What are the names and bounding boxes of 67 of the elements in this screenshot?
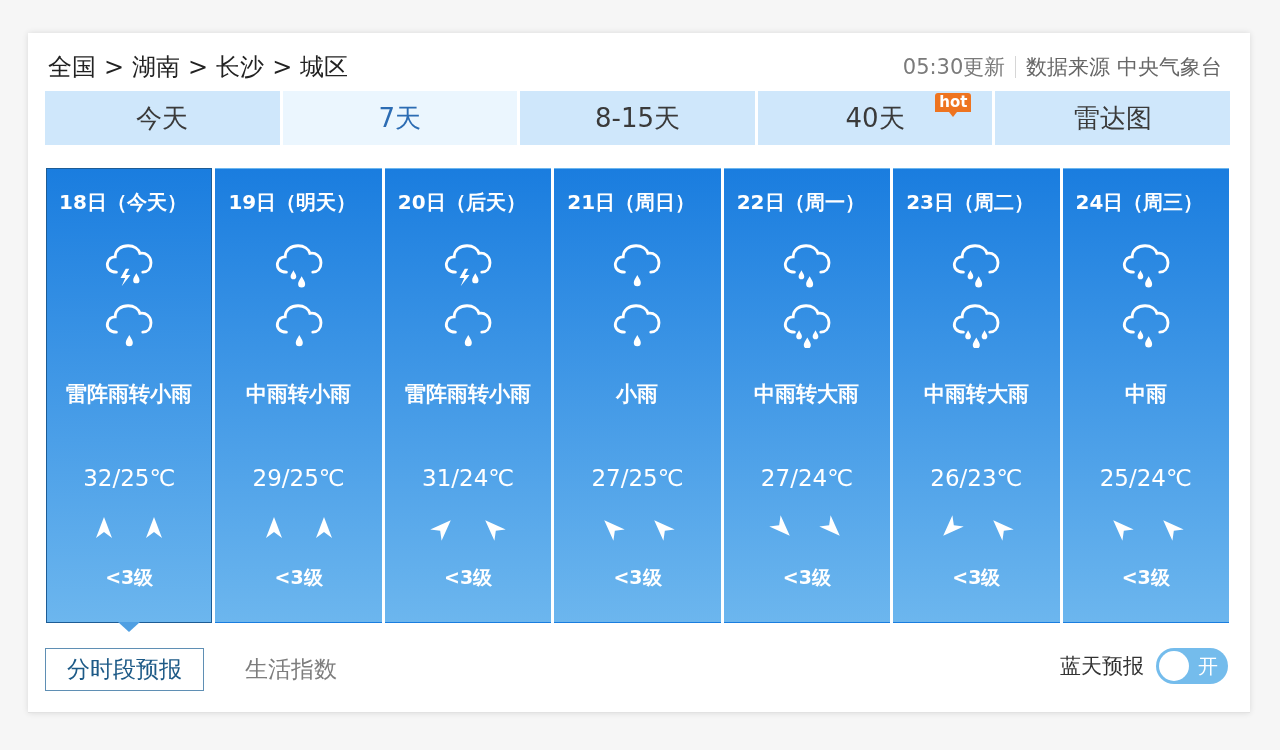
data-source: 数据来源 中央气象台 xyxy=(1026,54,1222,81)
weather-description: 中雨 xyxy=(1124,381,1167,408)
day-card[interactable]: 21日（周日） 小雨 27/25℃ <3级 xyxy=(554,168,721,623)
update-time: 05:30更新 xyxy=(902,54,1006,81)
weather-description: 中雨转大雨 xyxy=(923,381,1029,408)
wind-level: <3级 xyxy=(952,565,1001,589)
day-date: 18日（今天） xyxy=(59,189,187,216)
breadcrumb-separator: > xyxy=(188,53,209,81)
cloud-drop-icon xyxy=(274,304,323,348)
selection-pointer-icon xyxy=(118,622,141,632)
switch-knob xyxy=(1159,651,1189,681)
cloud-two-drops-icon xyxy=(782,244,831,288)
breadcrumb-link[interactable]: 湖南 xyxy=(132,51,181,83)
toggle-label: 蓝天预报 xyxy=(1060,653,1144,680)
cloud-three-drops-icon xyxy=(952,304,1001,348)
wind-level: <3级 xyxy=(782,565,831,589)
day-date: 22日（周一） xyxy=(736,189,865,216)
wind-level: <3级 xyxy=(444,565,493,589)
cloud-lightning-rain-icon xyxy=(105,244,154,288)
tab[interactable]: 40天 hot xyxy=(757,91,993,145)
breadcrumb-link[interactable]: 长沙 xyxy=(216,51,265,83)
temperature-range: 31/24℃ xyxy=(422,464,515,493)
temperature-range: 27/25℃ xyxy=(591,464,684,493)
day-card[interactable]: 19日（明天） 中雨转小雨 29/25℃ <3级 xyxy=(215,168,382,623)
hot-badge: hot xyxy=(935,93,972,117)
day-card[interactable]: 23日（周二） 中雨转大雨 26/23℃ <3级 xyxy=(893,168,1060,623)
cloud-three-drops-icon xyxy=(782,304,831,348)
weather-description: 中雨转大雨 xyxy=(754,381,860,408)
wind-level: <3级 xyxy=(274,565,323,589)
day-date: 21日（周日） xyxy=(567,189,696,216)
breadcrumb-separator: > xyxy=(104,53,125,81)
cloud-two-drops-icon xyxy=(952,244,1001,288)
temperature-range: 25/24℃ xyxy=(1099,464,1192,493)
tab[interactable]: 雷达图 xyxy=(995,91,1230,145)
day-card[interactable]: 22日（周一） 中雨转大雨 27/24℃ <3级 xyxy=(723,168,891,623)
cloud-two-drops-icon xyxy=(1121,304,1170,348)
day-date: 19日（明天） xyxy=(228,189,357,216)
wind-level: <3级 xyxy=(105,565,154,589)
temperature-range: 32/25℃ xyxy=(83,464,176,493)
temperature-range: 26/23℃ xyxy=(930,464,1023,493)
tab[interactable]: 今天 xyxy=(45,91,280,145)
wind-level: <3级 xyxy=(613,565,662,589)
weather-description: 雷阵雨转小雨 xyxy=(66,381,193,408)
temperature-range: 29/25℃ xyxy=(252,464,345,493)
cloud-drop-icon xyxy=(613,304,662,348)
day-date: 24日（周三） xyxy=(1075,189,1204,216)
day-date: 23日（周二） xyxy=(906,189,1034,216)
weather-description: 小雨 xyxy=(616,381,659,408)
day-date: 20日（后天） xyxy=(397,189,526,216)
breadcrumb-separator: > xyxy=(272,53,293,81)
cloud-two-drops-icon xyxy=(1121,244,1170,288)
day-card[interactable]: 24日（周三） 中雨 25/24℃ <3级 xyxy=(1062,168,1229,623)
cloud-drop-icon xyxy=(613,244,662,288)
tab[interactable]: 8-15天 xyxy=(520,91,755,145)
weather-description: 雷阵雨转小雨 xyxy=(405,381,532,408)
cloud-drop-icon xyxy=(105,304,154,348)
cloud-drop-icon xyxy=(444,304,493,348)
day-card[interactable]: 20日（后天） 雷阵雨转小雨 31/24℃ <3级 xyxy=(384,168,552,623)
cloud-two-drops-icon xyxy=(274,244,323,288)
breadcrumb-link[interactable]: 全国 xyxy=(48,51,96,83)
wind-level: <3级 xyxy=(1121,565,1170,589)
cloud-lightning-rain-icon xyxy=(444,244,493,288)
weather-description: 中雨转小雨 xyxy=(246,381,352,408)
subtab[interactable]: 分时段预报 xyxy=(45,648,204,691)
temperature-range: 27/24℃ xyxy=(760,464,853,493)
tab[interactable]: 7天 xyxy=(282,91,518,145)
breadcrumb-link[interactable]: 城区 xyxy=(300,51,349,83)
